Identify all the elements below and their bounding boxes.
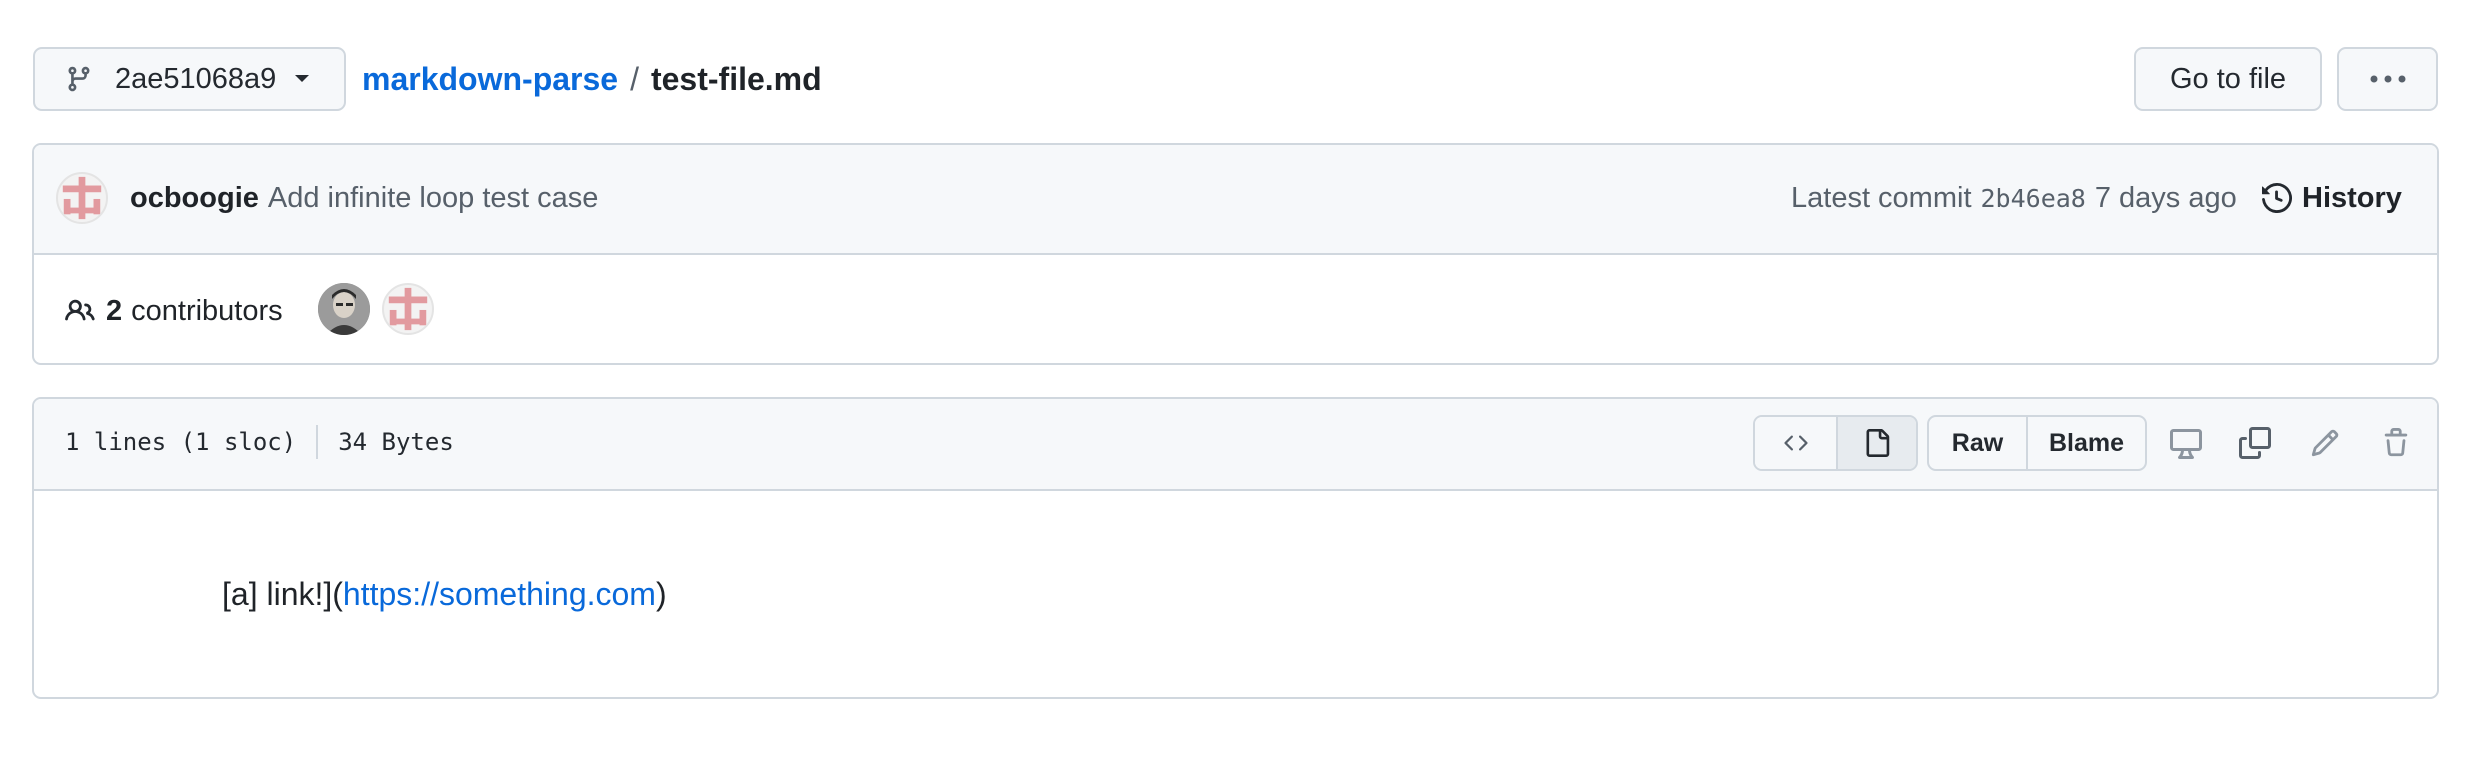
delete-button[interactable]: [2376, 424, 2416, 462]
branch-selector-button[interactable]: 2ae51068a9: [33, 47, 346, 111]
go-to-file-label: Go to file: [2169, 62, 2287, 95]
commit-box: [32, 143, 2439, 365]
people-icon: [64, 296, 96, 326]
commit-author-link[interactable]: ocboogie: [130, 182, 259, 215]
contributor-avatar-photo[interactable]: [318, 283, 370, 335]
latest-commit-info: Latest commit 2b46ea8 7 days ago: [1791, 178, 2237, 218]
raw-blame-group: Raw Blame: [1927, 415, 2147, 471]
chevron-down-icon: [294, 74, 310, 84]
content-link[interactable]: https://something.com: [343, 576, 656, 613]
history-label: History: [2302, 181, 2402, 214]
contributors-label: contributors: [131, 294, 283, 327]
source-view-button[interactable]: [1755, 417, 1838, 469]
breadcrumb-file: test-file.md: [650, 60, 822, 97]
go-to-file-button[interactable]: Go to file: [2134, 47, 2322, 111]
pencil-icon: [2310, 428, 2340, 458]
view-toggle: [1753, 415, 1918, 471]
git-branch-icon: [65, 64, 93, 94]
raw-label: Raw: [1951, 428, 2004, 457]
blame-label: Blame: [2048, 428, 2125, 457]
copy-button[interactable]: [2235, 424, 2275, 462]
file-size: 34 Bytes: [338, 428, 454, 456]
commit-sha-link[interactable]: 2b46ea8: [1981, 184, 2086, 213]
markdown-body: [a] link!]( https://something.com ): [222, 572, 667, 616]
branch-name: 2ae51068a9: [115, 62, 277, 95]
contributors-count: 2: [106, 294, 123, 327]
history-link[interactable]: History: [2262, 178, 2402, 218]
latest-commit-label: Latest commit: [1791, 181, 1972, 214]
blame-button[interactable]: Blame: [2028, 417, 2145, 469]
desktop-open-button[interactable]: [2166, 424, 2206, 462]
code-icon: [1780, 431, 1812, 455]
rendered-view-button[interactable]: [1838, 417, 1916, 469]
commit-message-link[interactable]: Add infinite loop test case: [268, 182, 598, 215]
history-icon: [2262, 183, 2292, 213]
commit-age: 7 days ago: [2094, 181, 2237, 214]
copy-icon: [2239, 427, 2271, 459]
commit-summary: ocboogie Add infinite loop test case: [130, 178, 598, 218]
author-avatar[interactable]: [56, 172, 108, 224]
more-options-button[interactable]: [2337, 47, 2438, 111]
contributors-link[interactable]: 2 contributors: [64, 289, 283, 333]
raw-button[interactable]: Raw: [1929, 417, 2028, 469]
content-prefix: [a] link!](: [222, 575, 343, 612]
breadcrumb: markdown-parse / test-file.md: [362, 56, 822, 102]
desktop-icon: [2169, 427, 2203, 459]
more-horizontal-icon: [2370, 75, 2406, 83]
file-icon: [1863, 429, 1891, 457]
edit-button[interactable]: [2305, 424, 2345, 462]
breadcrumb-separator: /: [630, 60, 639, 97]
file-info: 1 lines (1 sloc) 34 Bytes: [65, 422, 454, 462]
content-suffix: ): [655, 575, 667, 612]
contributor-avatar-identicon[interactable]: [382, 283, 434, 335]
file-info-divider: [316, 425, 319, 459]
file-lines: 1 lines (1 sloc): [65, 428, 297, 456]
trash-icon: [2381, 427, 2411, 459]
breadcrumb-repo-link[interactable]: markdown-parse: [362, 61, 618, 98]
